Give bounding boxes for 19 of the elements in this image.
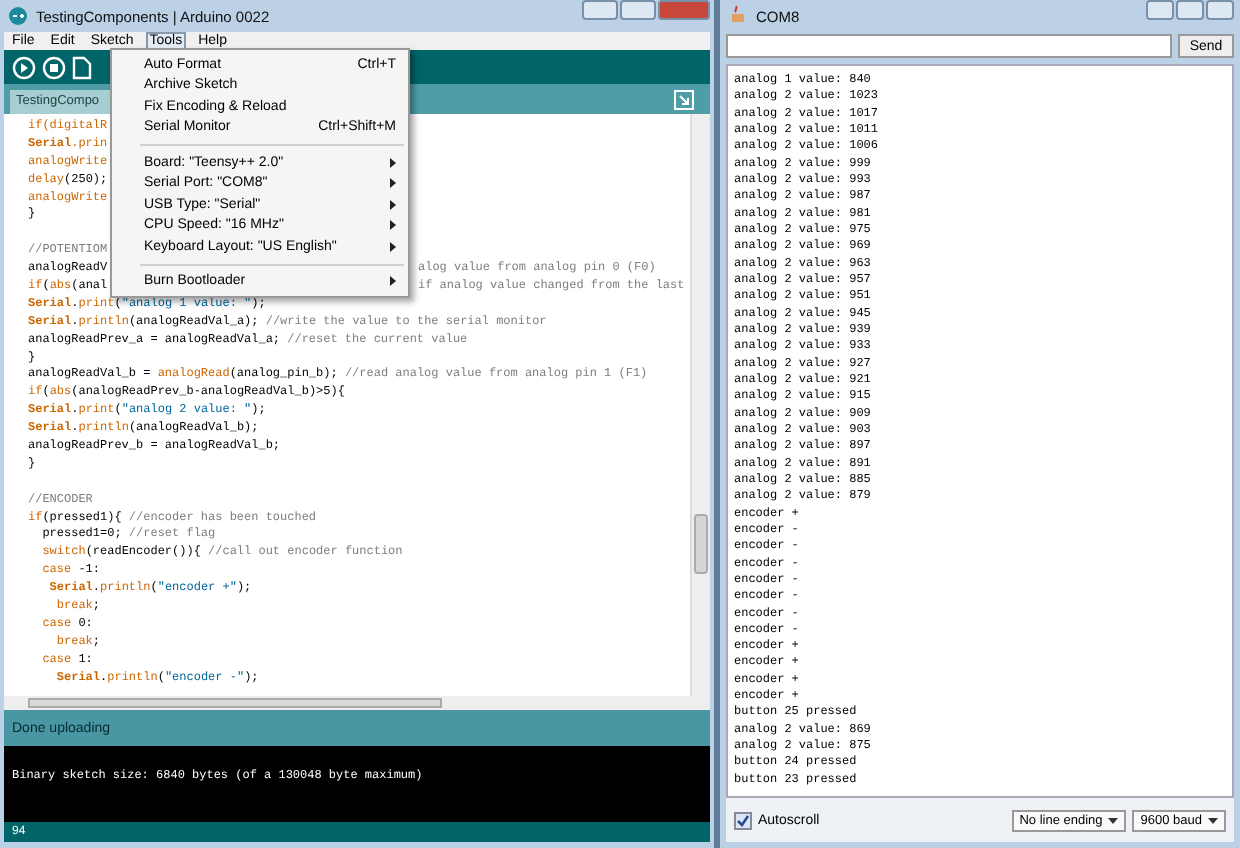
input-field[interactable]	[726, 34, 1172, 58]
horizontal-scrollbar[interactable]	[4, 696, 710, 710]
submenu-arrow-icon	[390, 276, 396, 287]
verify-icon[interactable]	[12, 55, 36, 79]
tab-menu-icon[interactable]	[674, 90, 694, 110]
stop-icon[interactable]	[42, 55, 66, 79]
new-file-icon[interactable]	[72, 55, 92, 79]
close-button[interactable]	[658, 0, 710, 20]
checkbox[interactable]	[734, 811, 752, 829]
vertical-scrollbar[interactable]	[690, 114, 710, 696]
maximize-button[interactable]	[620, 0, 656, 20]
maximize-button[interactable]	[1176, 0, 1204, 20]
close-button[interactable]	[1206, 0, 1234, 20]
minimize-button[interactable]	[1146, 0, 1174, 20]
app-logo-icon	[8, 6, 28, 26]
java-cup-icon	[730, 6, 748, 26]
caret-icon	[1108, 817, 1119, 823]
minimize-button[interactable]	[582, 0, 618, 20]
caret-icon	[1208, 817, 1218, 823]
